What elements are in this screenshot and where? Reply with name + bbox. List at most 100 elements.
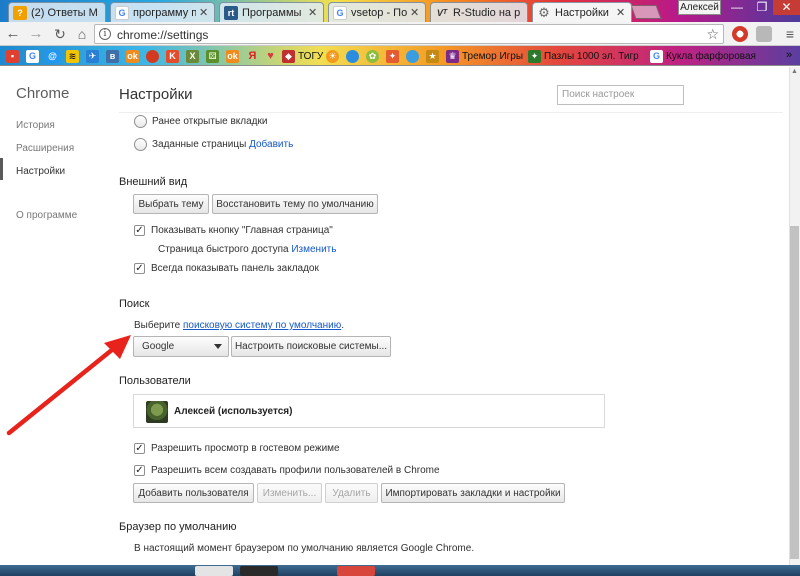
add-user-button[interactable]: Добавить пользователя <box>133 483 254 503</box>
extension-icon[interactable] <box>732 26 748 42</box>
new-tab-button[interactable] <box>630 5 662 19</box>
taskbar-item[interactable] <box>337 566 375 576</box>
tab-title: программу п <box>133 6 196 19</box>
bookmark-item[interactable]: ✈ <box>86 49 102 63</box>
default-search-link[interactable]: поисковую систему по умолчанию <box>183 320 341 331</box>
settings-search-input[interactable]: Поиск настроек <box>557 85 684 105</box>
edit-user-button[interactable]: Изменить... <box>257 483 322 503</box>
minimize-button[interactable]: — <box>725 0 749 15</box>
tab-google-search-1[interactable]: G программу п ✕ <box>110 2 215 22</box>
add-pages-link[interactable]: Добавить <box>249 139 293 150</box>
radio-specific-pages[interactable] <box>134 138 147 151</box>
menu-icon[interactable]: ≡ <box>783 25 797 43</box>
search-engine-select[interactable]: Google <box>133 336 229 357</box>
bookmark-doll[interactable]: G Кукла фарфоровая <box>650 49 756 63</box>
close-icon[interactable]: ✕ <box>199 6 209 19</box>
sidebar-item-settings[interactable]: Настройки <box>16 166 65 177</box>
guest-mode-checkbox[interactable]: ✓ <box>134 443 145 454</box>
home-icon[interactable]: ⌂ <box>72 25 92 43</box>
profile-button[interactable]: Алексей <box>678 0 721 15</box>
guest-mode-label: Разрешить просмотр в гостевом режиме <box>151 443 340 454</box>
show-bookmarks-label: Всегда показывать панель закладок <box>151 263 319 274</box>
bookmarks-overflow-button[interactable]: » <box>786 49 792 61</box>
bookmark-item[interactable]: ≋ <box>66 49 82 63</box>
import-bookmarks-button[interactable]: Импортировать закладки и настройки <box>381 483 565 503</box>
choose-theme-button[interactable]: Выбрать тему <box>133 194 209 214</box>
section-title-default-browser: Браузер по умолчанию <box>119 521 237 533</box>
yandex-icon: Я <box>248 50 257 62</box>
maximize-button[interactable]: ❐ <box>750 0 774 15</box>
bookmark-item[interactable]: ♥ <box>264 49 280 63</box>
bookmark-item[interactable] <box>146 49 162 63</box>
bookmark-puzzles[interactable]: ✦ Пазлы 1000 эл. Тигр <box>528 49 639 63</box>
question-icon: ? <box>13 5 27 20</box>
puzzle-icon: ✦ <box>528 49 541 63</box>
startup-pages-text: Заданные страницы <box>152 139 247 150</box>
scroll-up-arrow-icon[interactable]: ▲ <box>790 67 799 77</box>
bookmark-item[interactable]: ok <box>126 49 142 63</box>
beeline-icon: ≋ <box>66 49 79 63</box>
tab-title: (2) Ответы M <box>31 6 98 19</box>
bookmark-item[interactable]: X <box>186 49 202 63</box>
change-home-link[interactable]: Изменить <box>291 244 336 255</box>
bookmark-item[interactable]: ok <box>226 49 242 63</box>
bookmark-star-icon[interactable]: ☆ <box>706 26 719 43</box>
scrollbar-thumb[interactable] <box>790 226 799 559</box>
sun-icon: ☀ <box>326 49 339 63</box>
startup-previous-label: Ранее открытые вкладки <box>152 116 268 127</box>
allow-profiles-checkbox[interactable]: ✓ <box>134 465 145 476</box>
close-window-button[interactable]: ✕ <box>773 0 800 15</box>
ok-icon: ok <box>226 49 239 63</box>
address-bar[interactable]: i chrome://settings ☆ <box>94 24 724 44</box>
bookmark-item[interactable]: ⚄ <box>206 49 222 63</box>
tab-vsetop[interactable]: G vsetop - Пои ✕ <box>328 2 426 22</box>
bookmark-item[interactable]: ✦ <box>386 49 402 63</box>
dot-icon <box>346 49 359 63</box>
search-prompt-text: Выберите <box>134 320 181 331</box>
manage-search-engines-button[interactable]: Настроить поисковые системы... <box>231 336 391 357</box>
back-arrow-icon[interactable]: ← <box>3 25 23 43</box>
bookmark-tremor[interactable]: ♛ Тремор Игры <box>446 49 523 63</box>
bookmark-item[interactable]: в <box>106 49 122 63</box>
bookmark-item[interactable]: K <box>166 49 182 63</box>
tab-settings[interactable]: ⚙ Настройки ✕ <box>532 2 632 22</box>
bookmark-togu[interactable]: ◆ ТОГУ <box>282 49 323 63</box>
reload-icon[interactable]: ↻ <box>50 25 70 43</box>
show-home-checkbox[interactable]: ✓ <box>134 225 145 236</box>
close-icon[interactable]: ✕ <box>616 6 626 19</box>
tab-otvety[interactable]: ? (2) Ответы M <box>8 2 106 22</box>
bookmark-item[interactable] <box>406 49 422 63</box>
allow-profiles-label: Разрешить всем создавать профили пользов… <box>151 465 440 476</box>
radio-previous-tabs[interactable] <box>134 115 147 128</box>
close-icon[interactable]: ✕ <box>308 6 318 19</box>
shield-icon[interactable] <box>756 26 772 42</box>
reset-theme-button[interactable]: Восстановить тему по умолчанию <box>212 194 378 214</box>
show-bookmarks-checkbox[interactable]: ✓ <box>134 263 145 274</box>
bookmark-label: Тремор Игры <box>462 50 524 62</box>
user-list: Алексей (используется) <box>133 394 605 428</box>
tab-programmy[interactable]: rt Программы ✕ <box>219 2 324 22</box>
search-prompt-period: . <box>341 320 344 331</box>
taskbar-item[interactable] <box>240 566 278 576</box>
bookmark-item[interactable]: ★ <box>426 49 442 63</box>
bookmark-item[interactable] <box>346 49 362 63</box>
close-icon[interactable]: ✕ <box>410 6 420 19</box>
sidebar-item-extensions[interactable]: Расширения <box>16 143 74 154</box>
vk-icon: в <box>106 49 119 63</box>
bookmark-item[interactable]: ✿ <box>366 49 382 63</box>
taskbar-item[interactable] <box>195 566 233 576</box>
forward-arrow-icon[interactable]: → <box>26 25 46 43</box>
bookmark-item[interactable]: ▪ <box>6 49 22 63</box>
bookmark-item[interactable]: Я <box>246 49 262 63</box>
quick-access-row: Страница быстрого доступа Изменить <box>158 244 336 255</box>
info-icon[interactable]: i <box>99 28 111 40</box>
bookmark-item[interactable]: @ <box>46 49 62 63</box>
dot-icon <box>146 49 159 63</box>
bookmark-item[interactable]: G <box>26 49 42 63</box>
sidebar-item-about[interactable]: О программе <box>16 210 77 221</box>
delete-user-button[interactable]: Удалить <box>325 483 378 503</box>
current-user-name[interactable]: Алексей (используется) <box>174 406 292 417</box>
sidebar-item-history[interactable]: История <box>16 120 55 131</box>
bookmark-item[interactable]: ☀ <box>326 49 342 63</box>
tab-rstudio[interactable]: VT R-Studio на р <box>430 2 528 22</box>
